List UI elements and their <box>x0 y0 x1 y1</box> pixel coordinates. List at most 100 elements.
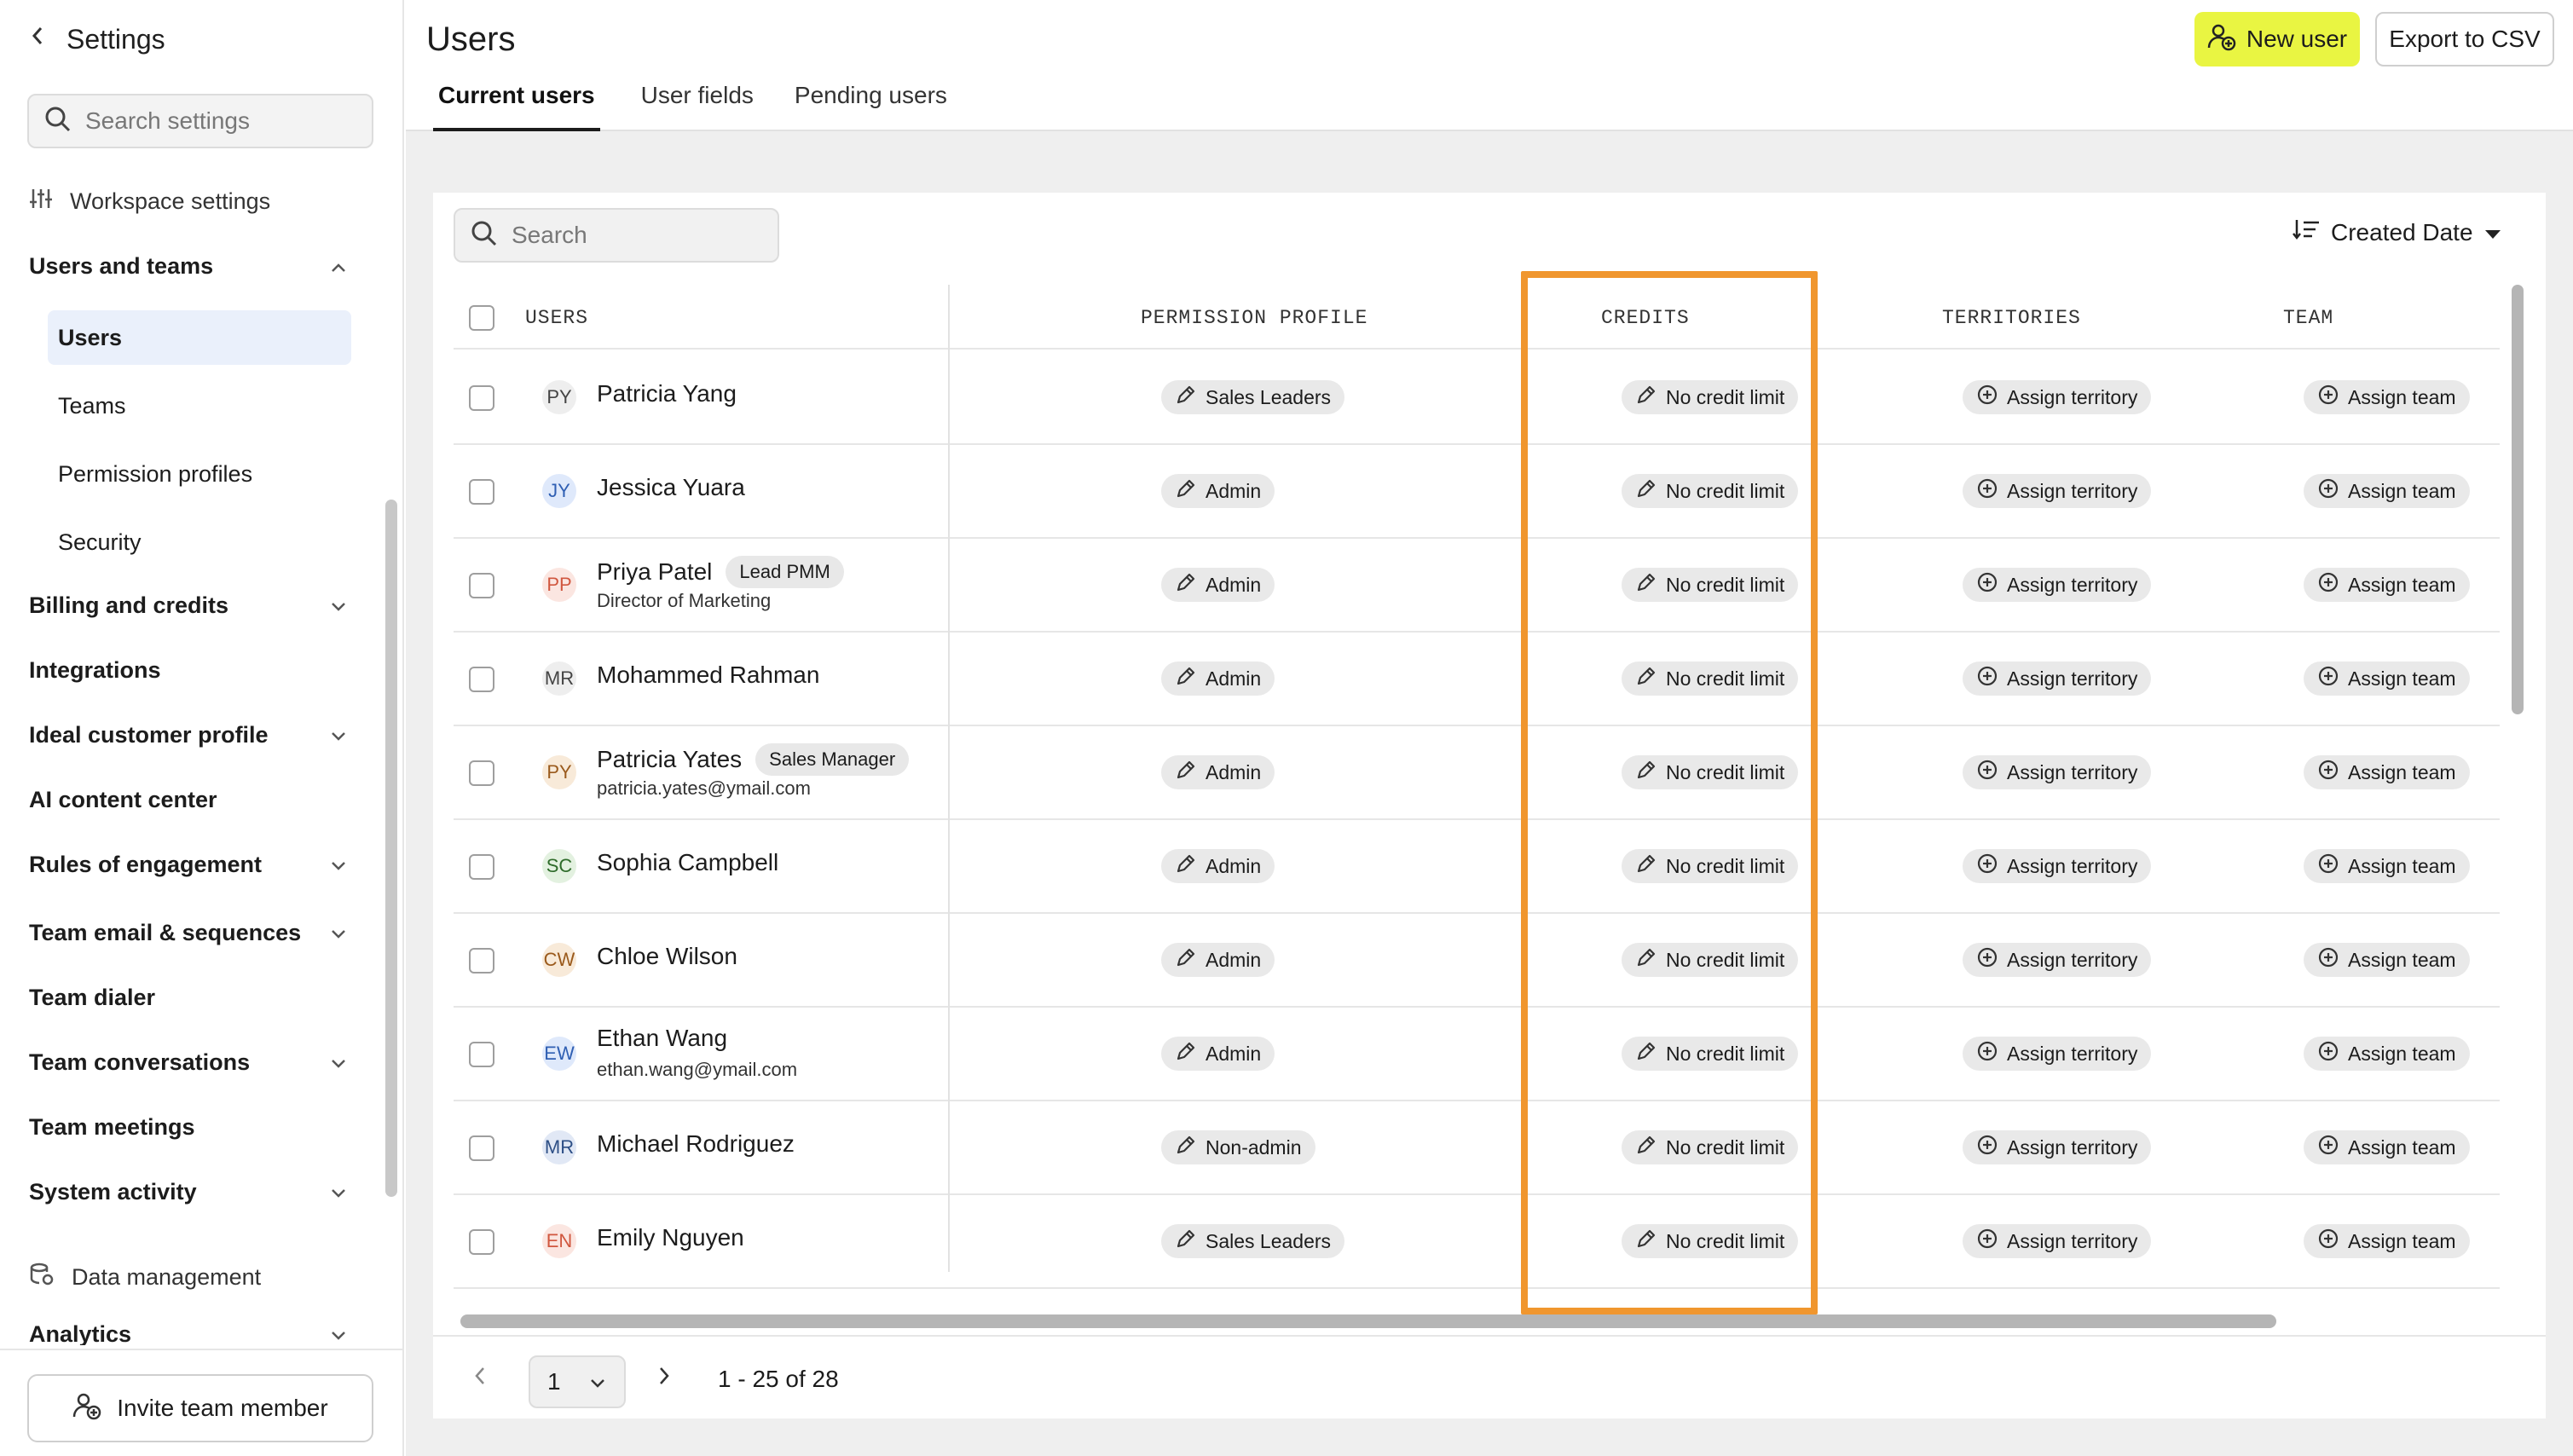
nav-integrations[interactable]: Integrations <box>29 650 348 690</box>
column-territories[interactable]: TERRITORIES <box>1942 307 2081 329</box>
nav-workspace-settings[interactable]: Workspace settings <box>29 181 348 222</box>
settings-search-input[interactable] <box>85 107 358 135</box>
assign-territory-chip[interactable]: Assign territory <box>1963 1224 2152 1258</box>
nav-team-email-sequences[interactable]: Team email & sequences <box>29 912 348 953</box>
credit-limit-chip[interactable]: No credit limit <box>1622 943 1799 977</box>
nav-rules-of-engagement[interactable]: Rules of engagement <box>29 844 348 885</box>
nav-team-conversations[interactable]: Team conversations <box>29 1042 348 1083</box>
nav-users-and-teams[interactable]: Users and teams <box>29 246 348 286</box>
credit-limit-chip[interactable]: No credit limit <box>1622 380 1799 414</box>
nav-security[interactable]: Security <box>48 515 351 569</box>
select-all-checkbox[interactable] <box>469 305 494 331</box>
next-page-chevron-icon[interactable] <box>656 1364 672 1395</box>
row-checkbox[interactable] <box>469 948 494 974</box>
assign-team-chip[interactable]: Assign team <box>2304 474 2470 508</box>
nav-analytics[interactable]: Analytics <box>29 1321 348 1345</box>
nav-users[interactable]: Users <box>48 310 351 365</box>
row-checkbox[interactable] <box>469 1229 494 1255</box>
table-row[interactable]: PY Patricia Yang Sales Leaders No credit li… <box>454 351 2500 445</box>
assign-territory-chip[interactable]: Assign territory <box>1963 1130 2152 1164</box>
assign-territory-chip[interactable]: Assign territory <box>1963 755 2152 789</box>
credit-limit-chip[interactable]: No credit limit <box>1622 474 1799 508</box>
nav-team-meetings[interactable]: Team meetings <box>29 1106 348 1147</box>
assign-team-chip[interactable]: Assign team <box>2304 755 2470 789</box>
permission-profile-chip[interactable]: Admin <box>1161 568 1275 602</box>
credit-limit-chip[interactable]: No credit limit <box>1622 662 1799 696</box>
user-name[interactable]: Michael Rodriguez <box>597 1130 795 1158</box>
permission-profile-chip[interactable]: Sales Leaders <box>1161 1224 1345 1258</box>
tab-user-fields[interactable]: User fields <box>641 78 754 131</box>
assign-team-chip[interactable]: Assign team <box>2304 1037 2470 1071</box>
nav-permission-profiles[interactable]: Permission profiles <box>48 447 351 501</box>
table-vertical-scrollbar[interactable] <box>2512 285 2524 714</box>
sort-control[interactable]: Created Date <box>2292 218 2502 246</box>
assign-territory-chip[interactable]: Assign territory <box>1963 380 2152 414</box>
assign-team-chip[interactable]: Assign team <box>2304 380 2470 414</box>
permission-profile-chip[interactable]: Non-admin <box>1161 1130 1315 1164</box>
credit-limit-chip[interactable]: No credit limit <box>1622 568 1799 602</box>
table-row[interactable]: EW Ethan Wang ethan.wang@ymail.com Admin No … <box>454 1008 2500 1101</box>
assign-territory-chip[interactable]: Assign territory <box>1963 568 2152 602</box>
nav-ideal-customer-profile[interactable]: Ideal customer profile <box>29 714 348 755</box>
assign-team-chip[interactable]: Assign team <box>2304 662 2470 696</box>
nav-ai-content-center[interactable]: AI content center <box>29 779 348 820</box>
nav-teams[interactable]: Teams <box>48 378 351 433</box>
nav-billing-and-credits[interactable]: Billing and credits <box>29 585 348 626</box>
column-permission-profile[interactable]: PERMISSION PROFILE <box>1141 307 1367 329</box>
assign-territory-chip[interactable]: Assign territory <box>1963 849 2152 883</box>
table-row[interactable]: MR Mohammed Rahman Admin No credit limit Ass… <box>454 633 2500 726</box>
tab-pending-users[interactable]: Pending users <box>795 78 947 131</box>
column-credits[interactable]: CREDITS <box>1601 307 1690 329</box>
users-search-input[interactable] <box>512 222 767 249</box>
credit-limit-chip[interactable]: No credit limit <box>1622 1037 1799 1071</box>
assign-territory-chip[interactable]: Assign territory <box>1963 1037 2152 1071</box>
credit-limit-chip[interactable]: No credit limit <box>1622 755 1799 789</box>
assign-territory-chip[interactable]: Assign territory <box>1963 943 2152 977</box>
table-horizontal-scrollbar[interactable] <box>460 1314 2276 1328</box>
row-checkbox[interactable] <box>469 1135 494 1161</box>
user-name[interactable]: Mohammed Rahman <box>597 662 819 689</box>
column-team[interactable]: TEAM <box>2283 307 2333 329</box>
user-name[interactable]: Priya Patel <box>597 558 712 586</box>
credit-limit-chip[interactable]: No credit limit <box>1622 1130 1799 1164</box>
row-checkbox[interactable] <box>469 573 494 598</box>
table-row[interactable]: PP Priya Patel Lead PMM Director of Marketi… <box>454 539 2500 633</box>
assign-team-chip[interactable]: Assign team <box>2304 568 2470 602</box>
column-users[interactable]: USERS <box>525 307 588 329</box>
assign-team-chip[interactable]: Assign team <box>2304 943 2470 977</box>
assign-team-chip[interactable]: Assign team <box>2304 849 2470 883</box>
permission-profile-chip[interactable]: Admin <box>1161 474 1275 508</box>
permission-profile-chip[interactable]: Sales Leaders <box>1161 380 1345 414</box>
table-row[interactable]: MR Michael Rodriguez Non-admin No credit li… <box>454 1101 2500 1195</box>
assign-team-chip[interactable]: Assign team <box>2304 1130 2470 1164</box>
permission-profile-chip[interactable]: Admin <box>1161 755 1275 789</box>
user-name[interactable]: Sophia Campbell <box>597 849 778 876</box>
row-checkbox[interactable] <box>469 385 494 411</box>
sidebar-header[interactable]: Settings <box>29 20 165 58</box>
table-row[interactable]: JY Jessica Yuara Admin No credit limit Assig… <box>454 445 2500 539</box>
row-checkbox[interactable] <box>469 667 494 692</box>
credit-limit-chip[interactable]: No credit limit <box>1622 1224 1799 1258</box>
credit-limit-chip[interactable]: No credit limit <box>1622 849 1799 883</box>
assign-team-chip[interactable]: Assign team <box>2304 1224 2470 1258</box>
user-name[interactable]: Patricia Yang <box>597 380 737 407</box>
settings-search[interactable] <box>27 94 373 148</box>
permission-profile-chip[interactable]: Admin <box>1161 849 1275 883</box>
row-checkbox[interactable] <box>469 760 494 786</box>
new-user-button[interactable]: New user <box>2194 12 2360 66</box>
row-checkbox[interactable] <box>469 854 494 880</box>
sidebar-scrollbar[interactable] <box>385 500 397 1197</box>
table-row[interactable]: EN Emily Nguyen Sales Leaders No credit lim… <box>454 1195 2500 1289</box>
tab-current-users[interactable]: Current users <box>433 78 600 131</box>
assign-territory-chip[interactable]: Assign territory <box>1963 474 2152 508</box>
prev-page-chevron-icon[interactable] <box>472 1364 488 1395</box>
assign-territory-chip[interactable]: Assign territory <box>1963 662 2152 696</box>
table-row[interactable]: CW Chloe Wilson Admin No credit limit Assign… <box>454 914 2500 1008</box>
nav-team-dialer[interactable]: Team dialer <box>29 977 348 1018</box>
table-row[interactable]: SC Sophia Campbell Admin No credit limit Ass… <box>454 820 2500 914</box>
table-row[interactable]: PY Patricia Yates Sales Manager patricia.ya… <box>454 726 2500 820</box>
user-name[interactable]: Emily Nguyen <box>597 1224 744 1251</box>
user-name[interactable]: Chloe Wilson <box>597 943 737 970</box>
permission-profile-chip[interactable]: Admin <box>1161 662 1275 696</box>
nav-data-management[interactable]: Data management <box>29 1257 348 1297</box>
